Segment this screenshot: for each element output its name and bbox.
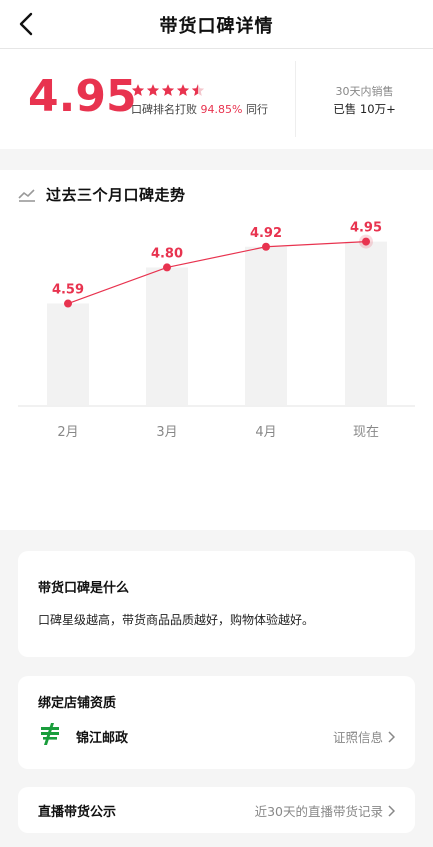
chart-point — [163, 263, 171, 272]
chart-point — [362, 237, 370, 246]
chart-value-label: 4.59 — [52, 283, 84, 298]
live-disclosure-card[interactable]: 直播带货公示 近30天的直播带货记录 — [18, 787, 415, 833]
reputation-score: 4.95 — [28, 71, 137, 122]
chart-x-tick-label: 现在 — [353, 425, 379, 440]
chart-value-label: 4.80 — [151, 246, 183, 261]
chevron-right-icon — [388, 804, 395, 817]
chart-point — [262, 242, 270, 251]
chart-line — [67, 241, 367, 305]
half-star-icon — [191, 84, 205, 96]
store-row[interactable]: 锦江邮政 证照信息 — [38, 722, 395, 750]
license-info-link[interactable]: 证照信息 — [333, 727, 395, 746]
sales-label: 30天内销售 — [335, 85, 394, 98]
trend-chart: 4.59 4.80 4.92 4.95 2月 3月 4月 现在 — [18, 221, 415, 440]
top-bar: 带货口碑详情 — [0, 0, 433, 49]
chart-x-tick-label: 4月 — [255, 425, 276, 440]
what-is-description: 口碑星级越高，带货商品品质越好，购物体验越好。 — [38, 613, 315, 627]
trend-card: 过去三个月口碑走势 4.59 4.80 4.92 4.95 2月 3月 4月 现在 — [0, 170, 433, 530]
page-title: 带货口碑详情 — [159, 16, 274, 37]
star-icon — [146, 84, 160, 96]
store-card: 绑定店铺资质 锦江邮政 证照信息 — [18, 676, 415, 769]
divider — [295, 61, 296, 137]
license-info-label: 证照信息 — [332, 730, 383, 745]
score-card: 4.95 口碑排名打败 94.85% 同行 30天内销售 已售 10万+ — [0, 49, 433, 149]
sales-value: 已售 10万+ — [333, 102, 396, 116]
chart-point — [64, 299, 72, 308]
rank-text: 口碑排名打败 94.85% 同行 — [131, 101, 268, 117]
live-disclosure-title: 直播带货公示 — [38, 805, 117, 820]
chart-bar — [146, 267, 188, 405]
star-icon — [131, 84, 145, 96]
rank-percent: 94.85% — [200, 103, 243, 116]
star-icon — [176, 84, 190, 96]
star-rating — [131, 83, 205, 97]
live-records-label: 近30天的直播带货记录 — [254, 804, 383, 819]
what-is-title: 带货口碑是什么 — [38, 581, 130, 596]
chart-bar — [345, 241, 387, 405]
store-card-title: 绑定店铺资质 — [38, 696, 117, 711]
chart-bar — [47, 303, 89, 405]
what-is-card: 带货口碑是什么 口碑星级越高，带货商品品质越好，购物体验越好。 — [18, 551, 415, 657]
chart-value-label: 4.92 — [250, 226, 282, 241]
rank-suffix: 同行 — [245, 103, 268, 116]
chart-bar — [245, 246, 287, 405]
live-records-link[interactable]: 近30天的直播带货记录 — [255, 801, 395, 820]
star-icon — [161, 84, 175, 96]
rank-prefix: 口碑排名打败 — [131, 103, 197, 116]
chart-value-label: 4.95 — [350, 221, 382, 236]
chevron-right-icon — [388, 730, 395, 743]
chart-x-tick-label: 2月 — [57, 425, 78, 440]
chart-x-tick-label: 3月 — [156, 425, 177, 440]
store-name: 锦江邮政 — [76, 731, 129, 746]
china-post-logo-icon — [38, 722, 62, 746]
